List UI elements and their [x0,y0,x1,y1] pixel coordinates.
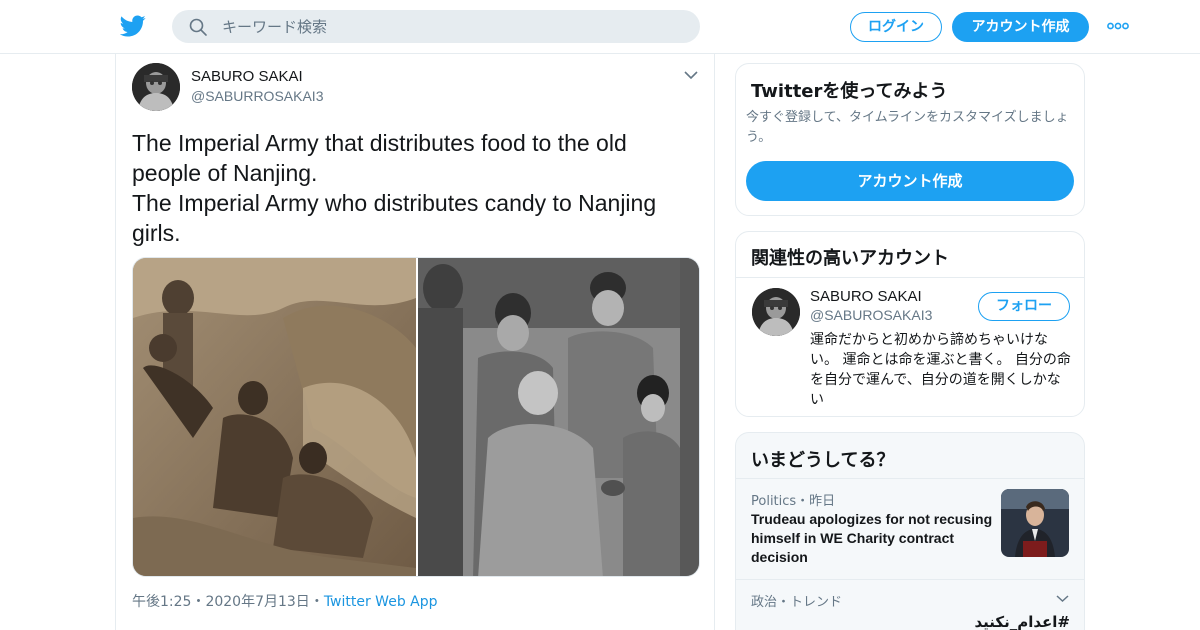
account-handle[interactable]: @SABUROSAKAI3 [810,307,932,323]
join-twitter-card: Twitterを使ってみよう 今すぐ登録して、タイムラインをカスタマイズしましょ… [735,63,1085,216]
meta-separator: ・ [309,594,324,610]
trend-title[interactable]: Trudeau apologizes for not recusing hims… [751,510,996,567]
trend-category: 政治・トレンド [751,595,843,610]
meta-separator: ・ [191,594,206,610]
trend-title[interactable]: #اعدام_نکنید [936,613,1070,630]
author-handle[interactable]: @SABURROSAKAI3 [191,88,323,104]
divider [736,478,1084,479]
trend-thumbnail[interactable] [1001,489,1069,557]
login-button[interactable]: ログイン [850,12,942,42]
card-title: 関連性の高いアカウント [751,248,949,269]
trend-category: Politics・昨日 [751,494,836,509]
avatar[interactable] [752,288,800,336]
tweet-media[interactable] [132,257,700,577]
tweet-text-line: The Imperial Army who distributes candy … [132,190,657,246]
twitter-bird-icon[interactable] [120,13,146,39]
tweet-text: The Imperial Army that distributes food … [132,128,702,248]
chevron-down-icon[interactable] [684,70,698,80]
tweet-time[interactable]: 午後1:25 [132,594,191,610]
tweet-app-link[interactable]: Twitter Web App [324,594,438,610]
account-bio: 運命だからと初めから諦めちゃいけない。 運命とは命を運ぶと書く。 自分の命を自分… [810,332,1071,408]
tweet-text-line: The Imperial Army that distributes food … [132,130,627,186]
search-box[interactable] [172,10,700,43]
trends-card: いまどうしてる？ Politics・昨日 Trudeau apologizes … [735,432,1085,630]
related-accounts-card: 関連性の高いアカウント SABURO SAKAI @SABUROSAKAI3 フ… [735,231,1085,417]
follow-button[interactable]: フォロー [978,292,1070,321]
divider [736,277,1084,278]
avatar[interactable] [132,63,180,111]
card-title: いまどうしてる？ [751,450,895,471]
tweet-meta: 午後1:25・2020年7月13日・Twitter Web App [132,591,438,611]
search-input[interactable] [222,10,682,43]
account-name[interactable]: SABURO SAKAI [810,288,922,305]
divider [736,579,1084,580]
more-dots-icon[interactable] [1107,20,1129,32]
tweet-detail: SABURO SAKAI @SABURROSAKAI3 The Imperial… [115,54,715,630]
top-navigation-bar: ログイン アカウント作成 [0,0,1200,54]
tweet-date[interactable]: 2020年7月13日 [205,594,309,610]
signup-button[interactable]: アカウント作成 [746,161,1074,201]
card-subtitle: 今すぐ登録して、タイムラインをカスタマイズしましょう。 [746,110,1069,145]
search-icon [189,18,207,36]
signup-button[interactable]: アカウント作成 [952,12,1089,42]
photo-sepia[interactable] [133,258,416,577]
author-name[interactable]: SABURO SAKAI [191,68,303,85]
chevron-down-icon[interactable] [1056,594,1069,603]
card-title: Twitterを使ってみよう [751,81,948,102]
photo-black-white[interactable] [418,258,700,577]
